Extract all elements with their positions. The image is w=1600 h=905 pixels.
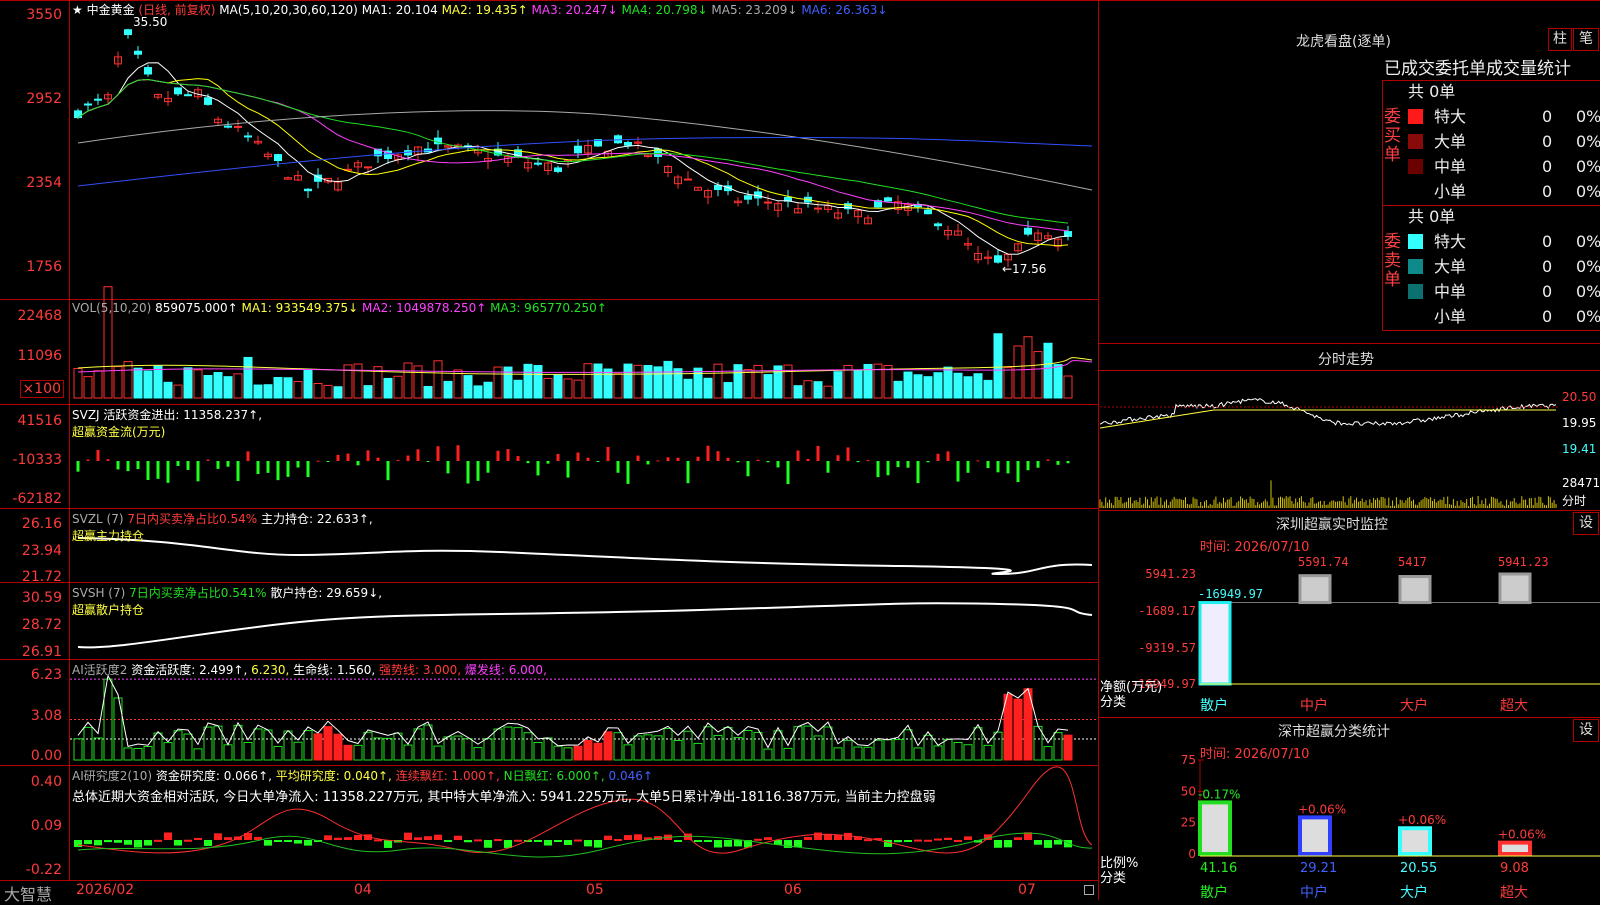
cls-percent-label: +0.06%: [1498, 828, 1546, 842]
cls-bar: [1198, 800, 1232, 856]
cls-value-label: 41.16: [1200, 861, 1237, 876]
cls-bar: [1298, 815, 1332, 857]
cls-xlabel: 分类: [1100, 871, 1127, 886]
cls-yaxis-label: 25: [1181, 816, 1196, 830]
cls-bar: [1398, 826, 1432, 857]
cls-yaxis-label: 50: [1181, 784, 1196, 798]
cls-category-label: 大户: [1400, 884, 1428, 900]
cls-category-label: 散户: [1200, 884, 1228, 900]
cls-yaxis-label: 0: [1188, 847, 1196, 861]
cls-axis-titles: 比例% 分类: [1100, 856, 1138, 886]
cls-percent-label: +0.06%: [1398, 813, 1446, 827]
cls-yaxis-label: 75: [1181, 753, 1196, 767]
cls-ratio-chart: 75 50 25 0 -0.17% 41.16 散户 +0.06% 29.21 中户 +0.06% 2…: [1181, 753, 1600, 900]
cls-bar: [1498, 840, 1532, 857]
cls-value-label: 20.55: [1400, 861, 1437, 876]
cls-percent-label: -0.17%: [1198, 787, 1240, 801]
cls-value-label: 29.21: [1300, 861, 1337, 876]
cls-category-label: 超大: [1500, 885, 1528, 900]
cls-percent-label: +0.06%: [1298, 802, 1346, 816]
cls-value-label: 9.08: [1500, 861, 1529, 876]
cls-category-label: 中户: [1300, 884, 1328, 900]
cls-ylabel: 比例%: [1100, 856, 1139, 871]
